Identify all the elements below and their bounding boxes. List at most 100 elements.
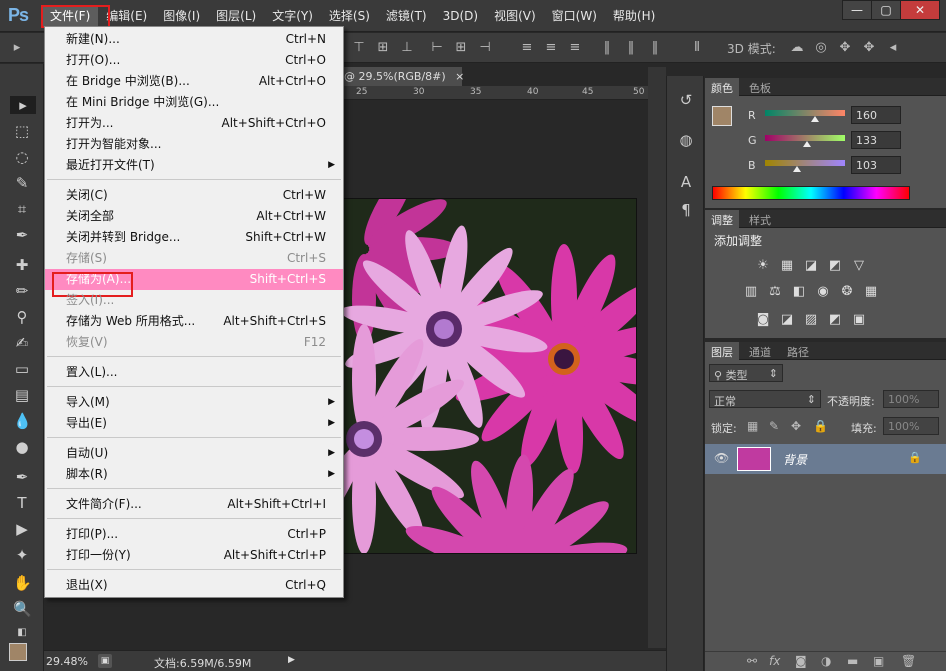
align-right-icon[interactable]: ⊣ [478, 41, 492, 55]
shape-tool-icon[interactable]: ✦ [13, 546, 31, 564]
document-image[interactable] [343, 198, 637, 554]
new-group-icon[interactable]: ▬ [847, 654, 858, 668]
lock-position-icon[interactable]: ✥ [791, 419, 801, 433]
tab-paths[interactable]: 路径 [781, 342, 815, 360]
menu-select[interactable]: 选择(S) [321, 6, 378, 26]
lock-transparency-icon[interactable]: ▦ [747, 419, 758, 433]
3d-rotate-icon[interactable]: ☁ [790, 41, 804, 55]
photo-filter-icon[interactable]: ◉ [815, 284, 831, 300]
hue-saturation-icon[interactable]: ▥ [743, 284, 759, 300]
link-layers-icon[interactable]: ⚯ [747, 654, 757, 668]
eyedropper-tool-icon[interactable]: ✒ [13, 226, 31, 244]
menu-item-close-all[interactable]: 关闭全部 Alt+Ctrl+W [45, 206, 343, 227]
paragraph-panel-icon[interactable]: ¶ [676, 200, 696, 220]
layer-row[interactable]: 👁 背景 🔒 [705, 444, 946, 474]
3d-scale-icon[interactable]: ◂ [886, 41, 900, 55]
selective-color-icon[interactable]: ▣ [851, 312, 867, 328]
red-slider[interactable]: R 160 [705, 106, 946, 126]
menu-item-browse-mini-bridge[interactable]: 在 Mini Bridge 中浏览(G)... [45, 92, 343, 113]
close-button[interactable]: ✕ [900, 0, 940, 20]
marquee-tool-icon[interactable]: ⬚ [13, 122, 31, 140]
distribute-bottom-icon[interactable]: ≡ [568, 41, 582, 55]
menu-filter[interactable]: 滤镜(T) [378, 6, 435, 26]
menu-item-close-go-bridge[interactable]: 关闭并转到 Bridge... Shift+Ctrl+W [45, 227, 343, 248]
hand-tool-icon[interactable]: ✋ [13, 574, 32, 592]
lock-all-icon[interactable]: 🔒 [813, 419, 828, 433]
menu-item-open[interactable]: 打开(O)... Ctrl+O [45, 50, 343, 71]
gradient-map-icon[interactable]: ◩ [827, 312, 843, 328]
tab-swatches[interactable]: 色板 [743, 78, 777, 96]
menu-type[interactable]: 文字(Y) [264, 6, 321, 26]
menu-item-exit[interactable]: 退出(X) Ctrl+Q [45, 575, 343, 596]
eraser-tool-icon[interactable]: ▭ [13, 360, 31, 378]
path-selection-tool-icon[interactable]: ▶ [13, 520, 31, 538]
menu-3d[interactable]: 3D(D) [435, 6, 486, 26]
menu-help[interactable]: 帮助(H) [605, 6, 663, 26]
opacity-field[interactable]: 100% [883, 390, 939, 408]
green-value-field[interactable]: 133 [851, 131, 901, 149]
black-white-icon[interactable]: ◧ [791, 284, 807, 300]
minimize-button[interactable]: — [842, 0, 872, 20]
healing-brush-tool-icon[interactable]: ✚ [13, 256, 31, 274]
menu-image[interactable]: 图像(I) [155, 6, 208, 26]
status-menu-icon[interactable]: ▣ [98, 654, 112, 668]
distribute-right-icon[interactable]: ‖ [648, 41, 662, 55]
menu-item-open-smart-object[interactable]: 打开为智能对象... [45, 134, 343, 155]
3d-pan-icon[interactable]: ✥ [838, 41, 852, 55]
distribute-top-icon[interactable]: ≡ [520, 41, 534, 55]
menu-item-print[interactable]: 打印(P)... Ctrl+P [45, 524, 343, 545]
menu-layer[interactable]: 图层(L) [208, 6, 264, 26]
curves-icon[interactable]: ◪ [803, 258, 819, 274]
fill-field[interactable]: 100% [883, 417, 939, 435]
adjustment-layer-icon[interactable]: ◑ [821, 654, 831, 668]
align-vcenter-icon[interactable]: ⊞ [376, 41, 390, 55]
crop-tool-icon[interactable]: ⌗ [13, 200, 31, 218]
brightness-icon[interactable]: ☀ [755, 258, 771, 274]
slider-knob[interactable] [803, 141, 811, 147]
menu-item-import[interactable]: 导入(M) ▶ [45, 392, 343, 413]
menu-item-file-info[interactable]: 文件简介(F)... Alt+Shift+Ctrl+I [45, 494, 343, 515]
color-spectrum-bar[interactable] [712, 186, 910, 200]
tab-styles[interactable]: 样式 [743, 210, 777, 228]
color-lookup-icon[interactable]: ▦ [863, 284, 879, 300]
brush-tool-icon[interactable]: ✏ [13, 282, 31, 300]
clone-stamp-tool-icon[interactable]: ⚲ [13, 308, 31, 326]
foreground-color-swatch[interactable] [9, 643, 27, 661]
move-tool-icon[interactable]: ▸ [10, 96, 36, 114]
zoom-level[interactable]: 29.48% [46, 655, 88, 668]
menu-item-save-for-web[interactable]: 存储为 Web 所用格式... Alt+Shift+Ctrl+S [45, 311, 343, 332]
posterize-icon[interactable]: ◪ [779, 312, 795, 328]
3d-slide-icon[interactable]: ✥ [862, 41, 876, 55]
delete-layer-icon[interactable]: 🗑 [901, 654, 916, 668]
add-mask-icon[interactable]: ◙ [795, 654, 807, 668]
align-top-icon[interactable]: ⊤ [352, 41, 366, 55]
red-value-field[interactable]: 160 [851, 106, 901, 124]
dodge-tool-icon[interactable]: ● [13, 438, 31, 456]
history-brush-tool-icon[interactable]: ✍ [13, 334, 31, 352]
status-arrow-icon[interactable]: ▶ [288, 655, 295, 665]
menu-item-recent-files[interactable]: 最近打开文件(T) ▶ [45, 155, 343, 176]
channel-mixer-icon[interactable]: ❂ [839, 284, 855, 300]
menu-item-export[interactable]: 导出(E) ▶ [45, 413, 343, 434]
tab-adjustments[interactable]: 调整 [705, 210, 739, 228]
menu-view[interactable]: 视图(V) [486, 6, 544, 26]
menu-item-scripts[interactable]: 脚本(R) ▶ [45, 464, 343, 485]
slider-knob[interactable] [811, 116, 819, 122]
default-colors-icon[interactable]: ◧ [13, 624, 31, 642]
restore-button[interactable]: ▢ [871, 0, 901, 20]
levels-icon[interactable]: ▦ [779, 258, 795, 274]
zoom-tool-icon[interactable]: 🔍 [13, 600, 32, 618]
lasso-tool-icon[interactable]: ◌ [13, 148, 31, 166]
threshold-icon[interactable]: ▨ [803, 312, 819, 328]
menu-item-place[interactable]: 置入(L)... [45, 362, 343, 383]
menu-item-close[interactable]: 关闭(C) Ctrl+W [45, 185, 343, 206]
auto-align-icon[interactable]: ⫴ [690, 41, 704, 55]
menu-window[interactable]: 窗口(W) [544, 6, 605, 26]
history-panel-icon[interactable]: ↺ [676, 90, 696, 110]
close-tab-icon[interactable]: × [455, 70, 464, 83]
distribute-vcenter-icon[interactable]: ≡ [544, 41, 558, 55]
align-left-icon[interactable]: ⊢ [430, 41, 444, 55]
blur-tool-icon[interactable]: 💧 [13, 412, 32, 430]
blend-mode-select[interactable]: 正常 ⇕ [709, 390, 821, 408]
align-bottom-icon[interactable]: ⊥ [400, 41, 414, 55]
